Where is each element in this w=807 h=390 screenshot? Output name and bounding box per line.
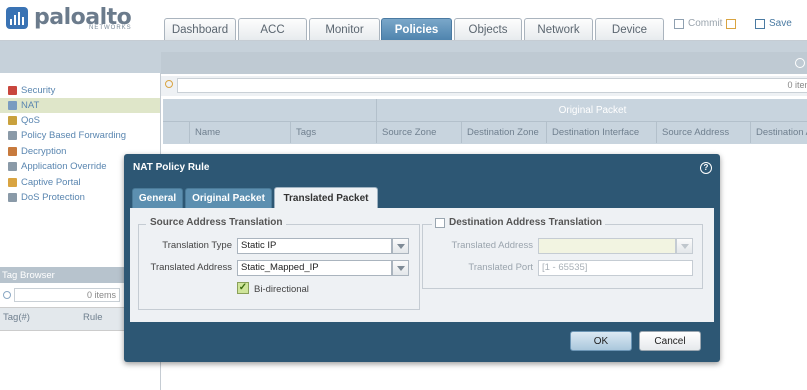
tab-network[interactable]: Network [524, 18, 593, 40]
destination-translation-legend: Destination Address Translation [432, 217, 605, 228]
search-icon [3, 291, 11, 299]
destination-translation-legend-label: Destination Address Translation [449, 217, 602, 228]
chevron-down-icon [396, 265, 405, 271]
tab-general[interactable]: General [132, 188, 183, 208]
col-source-zone[interactable]: Source Zone [376, 121, 461, 143]
commit-label: Commit [688, 18, 723, 29]
destination-translation-fieldset [422, 224, 703, 289]
col-destination-address[interactable]: Destination A [750, 121, 807, 143]
sidebar-item-captive-portal[interactable]: Captive Portal [8, 175, 81, 189]
tag-browser-title: Tag Browser [0, 267, 125, 283]
sidebar-item-label: Captive Portal [21, 176, 81, 188]
tab-monitor[interactable]: Monitor [309, 18, 380, 40]
rule-column-header[interactable]: Rule [83, 312, 103, 323]
col-destination-interface[interactable]: Destination Interface [546, 121, 656, 143]
commit-action[interactable]: Commit [674, 18, 737, 29]
decryption-icon [8, 146, 17, 156]
lock-icon [726, 18, 737, 29]
tab-translated-packet[interactable]: Translated Packet [274, 187, 378, 209]
tab-original-packet[interactable]: Original Packet [185, 188, 272, 208]
sidebar-item-label: Decryption [21, 145, 67, 157]
ok-button[interactable]: OK [570, 331, 632, 351]
destination-translation-checkbox[interactable] [435, 217, 445, 228]
save-action[interactable]: Save [755, 18, 792, 29]
original-packet-group: Original Packet [376, 99, 807, 121]
bi-directional-checkbox[interactable]: ✓ [237, 282, 249, 294]
sidebar-item-pbf[interactable]: Policy Based Forwarding [8, 128, 126, 142]
sidebar-item-security[interactable]: Security [8, 83, 55, 97]
rules-toolbar [161, 52, 807, 74]
cancel-button[interactable]: Cancel [639, 331, 701, 351]
col-tags[interactable]: Tags [290, 121, 376, 143]
app-override-icon [8, 161, 17, 171]
sidebar-item-label: Security [21, 84, 56, 96]
paloalto-logo-icon [6, 7, 28, 29]
refresh-icon[interactable] [795, 58, 805, 68]
tab-acc[interactable]: ACC [238, 18, 307, 40]
sidebar-item-qos[interactable]: QoS [8, 113, 40, 127]
brand-subtitle: NETWORKS [89, 25, 132, 31]
dest-translated-address-select [538, 238, 676, 254]
col-name[interactable]: Name [189, 121, 290, 143]
bi-directional-label: Bi-directional [254, 284, 309, 295]
sidebar-item-label: Application Override [21, 160, 107, 172]
tag-column-header[interactable]: Tag(#) [3, 312, 30, 323]
translation-type-select[interactable]: Static IP [237, 238, 392, 254]
qos-icon [8, 115, 17, 125]
chevron-down-icon [396, 243, 405, 249]
dest-translated-address-label: Translated Address [451, 240, 534, 251]
sidebar-item-decryption[interactable]: Decryption [8, 144, 66, 158]
tab-device[interactable]: Device [595, 18, 664, 40]
pbf-icon [8, 130, 17, 140]
sidebar-item-dos[interactable]: DoS Protection [8, 190, 85, 204]
security-icon [8, 85, 17, 95]
sidebar-item-label: QoS [21, 114, 41, 126]
translation-type-label: Translation Type [162, 240, 232, 251]
tab-objects[interactable]: Objects [454, 18, 522, 40]
translated-port-label: Translated Port [468, 262, 533, 273]
translated-address-dropdown[interactable] [392, 260, 409, 276]
save-icon [755, 18, 765, 29]
translated-address-label: Translated Address [150, 262, 233, 273]
col-destination-zone[interactable]: Destination Zone [461, 121, 546, 143]
sidebar-item-app-override[interactable]: Application Override [8, 159, 107, 173]
sidebar-item-nat[interactable]: NAT [8, 98, 39, 112]
tab-policies[interactable]: Policies [381, 18, 452, 40]
captive-portal-icon [8, 177, 17, 187]
source-translation-legend: Source Address Translation [146, 217, 287, 228]
translated-port-input: [1 - 65535] [538, 260, 693, 276]
dest-translated-address-dropdown [676, 238, 693, 254]
tab-dashboard[interactable]: Dashboard [164, 18, 236, 40]
chevron-down-icon [680, 243, 689, 249]
sidebar-item-label: NAT [21, 99, 40, 111]
filter-icon [165, 80, 173, 88]
tag-search-input[interactable]: 0 items [14, 288, 120, 302]
translation-type-dropdown[interactable] [392, 238, 409, 254]
help-icon[interactable]: ? [700, 162, 712, 174]
dialog-title: NAT Policy Rule [133, 162, 210, 173]
sidebar-item-label: Policy Based Forwarding [21, 129, 127, 141]
commit-icon [674, 18, 684, 29]
rules-search-input[interactable]: 0 item [177, 78, 807, 93]
nat-icon [8, 100, 17, 110]
translated-address-select[interactable]: Static_Mapped_IP [237, 260, 392, 276]
sidebar-item-label: DoS Protection [21, 191, 85, 203]
save-label: Save [769, 18, 792, 29]
col-source-address[interactable]: Source Address [656, 121, 750, 143]
dos-icon [8, 192, 17, 202]
